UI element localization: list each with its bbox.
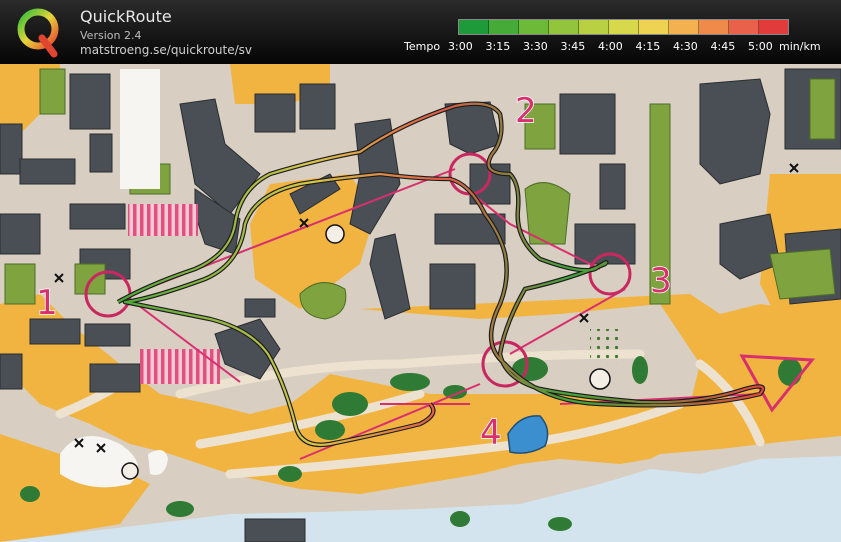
orienteering-map[interactable]: 1 2 3 4 [0, 64, 841, 542]
tempo-color-segment [459, 20, 489, 34]
control-number-1: 1 [36, 283, 58, 323]
tempo-tick-label: 4:15 [635, 40, 661, 53]
tempo-tick-label: 3:30 [523, 40, 548, 53]
tempo-tick-label: 4:45 [710, 40, 736, 53]
tempo-unit-label: min/km [779, 40, 821, 53]
quickroute-viewer: QuickRoute Version 2.4 matstroeng.se/qui… [0, 0, 841, 542]
tempo-color-segment [699, 20, 729, 34]
tempo-color-scale [458, 19, 789, 35]
tempo-color-segment [759, 20, 788, 34]
tempo-color-segment [669, 20, 699, 34]
tempo-color-segment [579, 20, 609, 34]
control-number-3: 3 [650, 261, 672, 301]
app-title: QuickRoute [80, 7, 172, 26]
control-number-4: 4 [480, 413, 502, 453]
tempo-tick-label: 3:45 [560, 40, 586, 53]
tempo-scale-labels: Tempo 3:00 3:15 3:30 3:45 4:00 4:15 4:30 4:45 5:0… [0, 40, 841, 54]
tempo-tick-label: 4:00 [598, 40, 623, 53]
tempo-color-segment [489, 20, 519, 34]
tempo-tick-label: 3:15 [485, 40, 511, 53]
control-number-2: 2 [515, 91, 537, 131]
tempo-tick-label: 5:00 [748, 40, 773, 53]
tempo-color-segment [549, 20, 579, 34]
tempo-tick-label: 3:00 [448, 40, 473, 53]
tempo-tick-label: 4:30 [673, 40, 698, 53]
tempo-color-segment [639, 20, 669, 34]
tempo-color-segment [729, 20, 759, 34]
tempo-label: Tempo [404, 40, 441, 53]
header-bar: QuickRoute Version 2.4 matstroeng.se/qui… [0, 0, 841, 64]
tempo-color-segment [609, 20, 639, 34]
dotted-area [590, 329, 620, 364]
tempo-color-segment [519, 20, 549, 34]
